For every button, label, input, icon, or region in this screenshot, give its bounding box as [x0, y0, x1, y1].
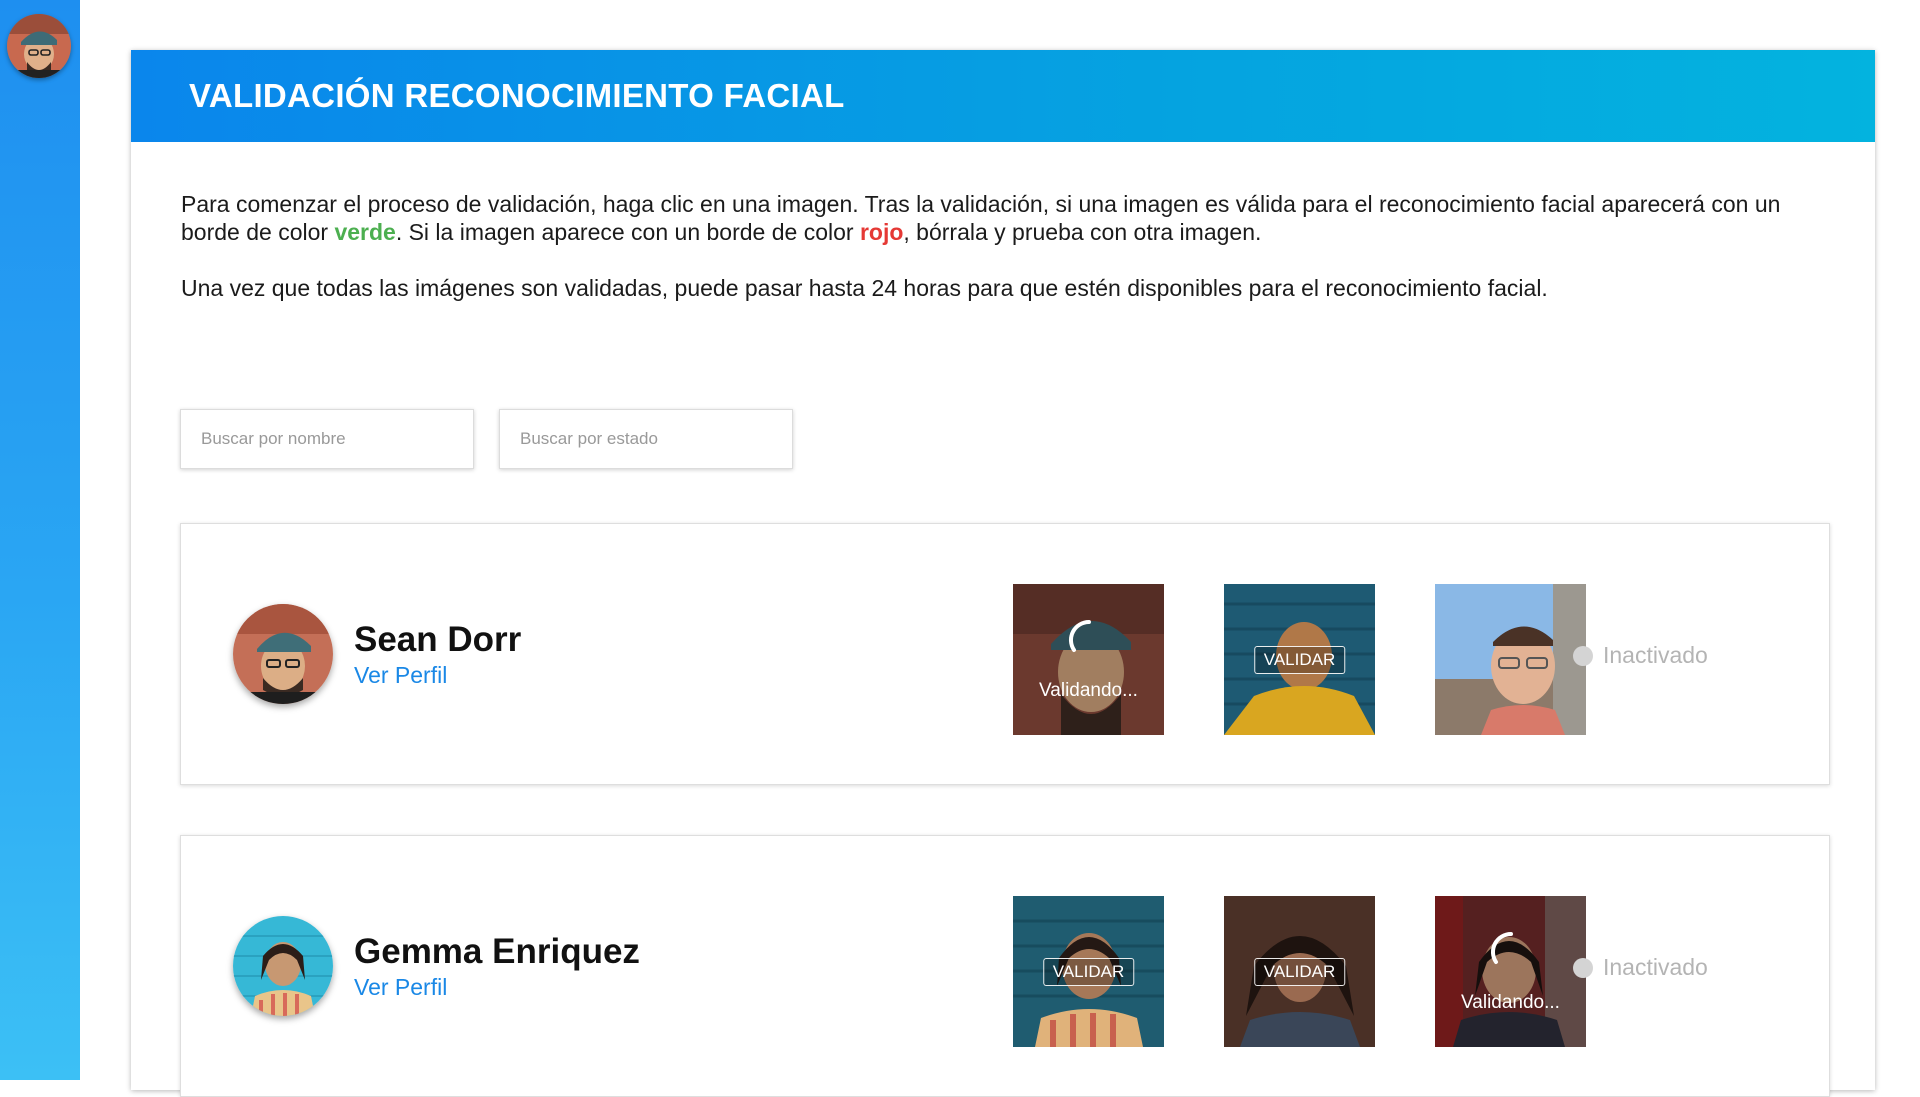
- validate-button[interactable]: VALIDAR: [1042, 957, 1135, 986]
- status-indicator: Inactivado: [1573, 642, 1708, 669]
- instructions-text: . Si la imagen aparece con un borde de c…: [395, 219, 860, 245]
- face-photo: [1435, 584, 1586, 735]
- user-photo: [233, 604, 333, 704]
- view-profile-link[interactable]: Ver Perfil: [354, 662, 447, 689]
- status-label: Inactivado: [1603, 954, 1708, 980]
- green-keyword: verde: [334, 219, 396, 245]
- face-image-validating[interactable]: Validando...: [1435, 896, 1586, 1047]
- avatar: [233, 916, 333, 1016]
- avatar: [233, 604, 333, 704]
- card-header: VALIDACIÓN RECONOCIMIENTO FACIAL: [131, 50, 1875, 142]
- sidebar-avatar[interactable]: [7, 14, 71, 78]
- user-name: Sean Dorr: [354, 620, 522, 659]
- status-indicator: Inactivado: [1573, 954, 1708, 981]
- view-profile-link[interactable]: Ver Perfil: [354, 974, 447, 1001]
- user-avatar-icon: [7, 14, 71, 78]
- user-row: Gemma Enriquez Ver Perfil VALIDAR VALIDA…: [180, 835, 1830, 1097]
- instructions-paragraph-2: Una vez que todas las imágenes son valid…: [181, 275, 1548, 301]
- main-card: VALIDACIÓN RECONOCIMIENTO FACIAL Para co…: [131, 50, 1875, 1097]
- validating-label: Validando...: [1461, 992, 1560, 1013]
- validate-button[interactable]: VALIDAR: [1253, 957, 1346, 986]
- status-dot-icon: [1573, 645, 1593, 666]
- validating-label: Validando...: [1039, 680, 1138, 701]
- status-label: Inactivado: [1603, 642, 1708, 668]
- face-image[interactable]: [1435, 584, 1586, 735]
- instructions-text: , bórrala y prueba con otra imagen.: [903, 219, 1262, 245]
- validate-button[interactable]: VALIDAR: [1253, 645, 1346, 674]
- page-title: VALIDACIÓN RECONOCIMIENTO FACIAL: [189, 77, 845, 114]
- instructions-paragraph-1: Para comenzar el proceso de validación, …: [181, 190, 1841, 246]
- status-dot-icon: [1573, 957, 1593, 978]
- red-keyword: rojo: [859, 219, 904, 245]
- sidebar: [0, 0, 80, 1080]
- user-row: Sean Dorr Ver Perfil Validando... VALIDA…: [180, 523, 1830, 785]
- search-state-input[interactable]: [499, 409, 793, 469]
- instructions: Para comenzar el proceso de validación, …: [181, 190, 1841, 330]
- face-image-pending[interactable]: VALIDAR: [1224, 896, 1375, 1047]
- face-image-pending[interactable]: VALIDAR: [1013, 896, 1164, 1047]
- search-name-input[interactable]: [180, 409, 474, 469]
- face-image-pending[interactable]: VALIDAR: [1224, 584, 1375, 735]
- user-photo: [233, 916, 333, 1016]
- loading-spinner-icon: [1490, 931, 1513, 964]
- face-image-validating[interactable]: Validando...: [1013, 584, 1164, 735]
- user-name: Gemma Enriquez: [354, 932, 640, 971]
- loading-spinner-icon: [1068, 619, 1091, 652]
